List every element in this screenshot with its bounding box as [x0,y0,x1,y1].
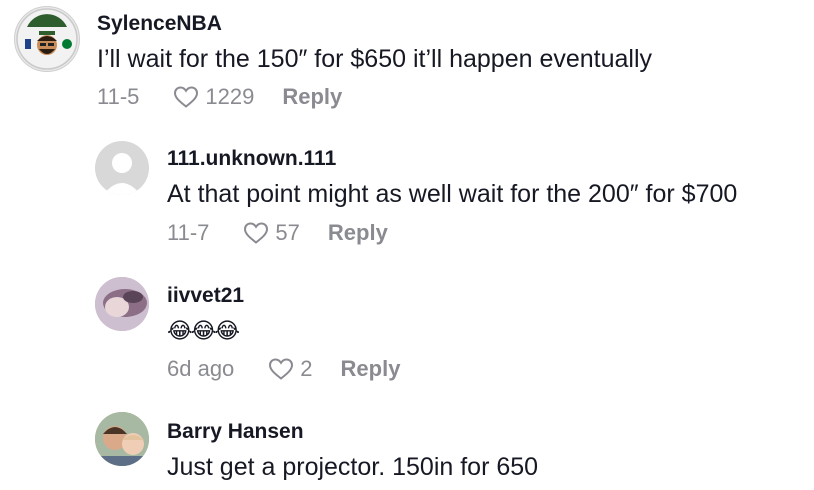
photo-avatar-icon[interactable] [95,277,149,331]
comment-username[interactable]: Barry Hansen [167,420,304,444]
comment-date: 11-5 [97,84,140,109]
comment-username[interactable]: 111.unknown.111 [167,147,336,171]
heart-icon [269,358,294,380]
comment-text: Just get a projector. 150in for 650 [167,453,539,481]
comment-meta: 11-7 57 Reply [167,220,388,246]
reply-button[interactable]: Reply [341,356,401,382]
heart-icon [174,86,199,108]
comment-date: 11-7 [167,220,210,245]
default-avatar-icon[interactable] [95,141,149,195]
heart-icon [244,222,269,244]
like-count: 57 [275,220,300,245]
like-button[interactable]: 1229 [173,84,254,110]
comment-username[interactable]: iivvet21 [167,284,244,308]
comment-text: At that point might as well wait for the… [167,180,738,208]
comment-text: I’ll wait for the 150″ for $650 it’ll ha… [97,45,653,73]
like-count: 1229 [205,84,255,109]
comment-date: 6d ago [167,356,235,381]
like-button[interactable]: 57 [243,220,300,246]
comment-meta: 6d ago 2 Reply [167,356,400,382]
reply-button[interactable]: Reply [328,220,388,246]
like-button[interactable]: 2 [268,356,313,382]
comment-text: 😂😂😂 [167,318,240,343]
comment-meta: 11-5 1229 Reply [97,84,342,110]
reply-button[interactable]: Reply [282,84,342,110]
comment-username[interactable]: SylenceNBA [97,12,222,36]
cartoon-avatar-icon[interactable] [14,6,80,72]
photo-avatar-icon[interactable] [95,412,149,466]
like-count: 2 [300,356,313,381]
